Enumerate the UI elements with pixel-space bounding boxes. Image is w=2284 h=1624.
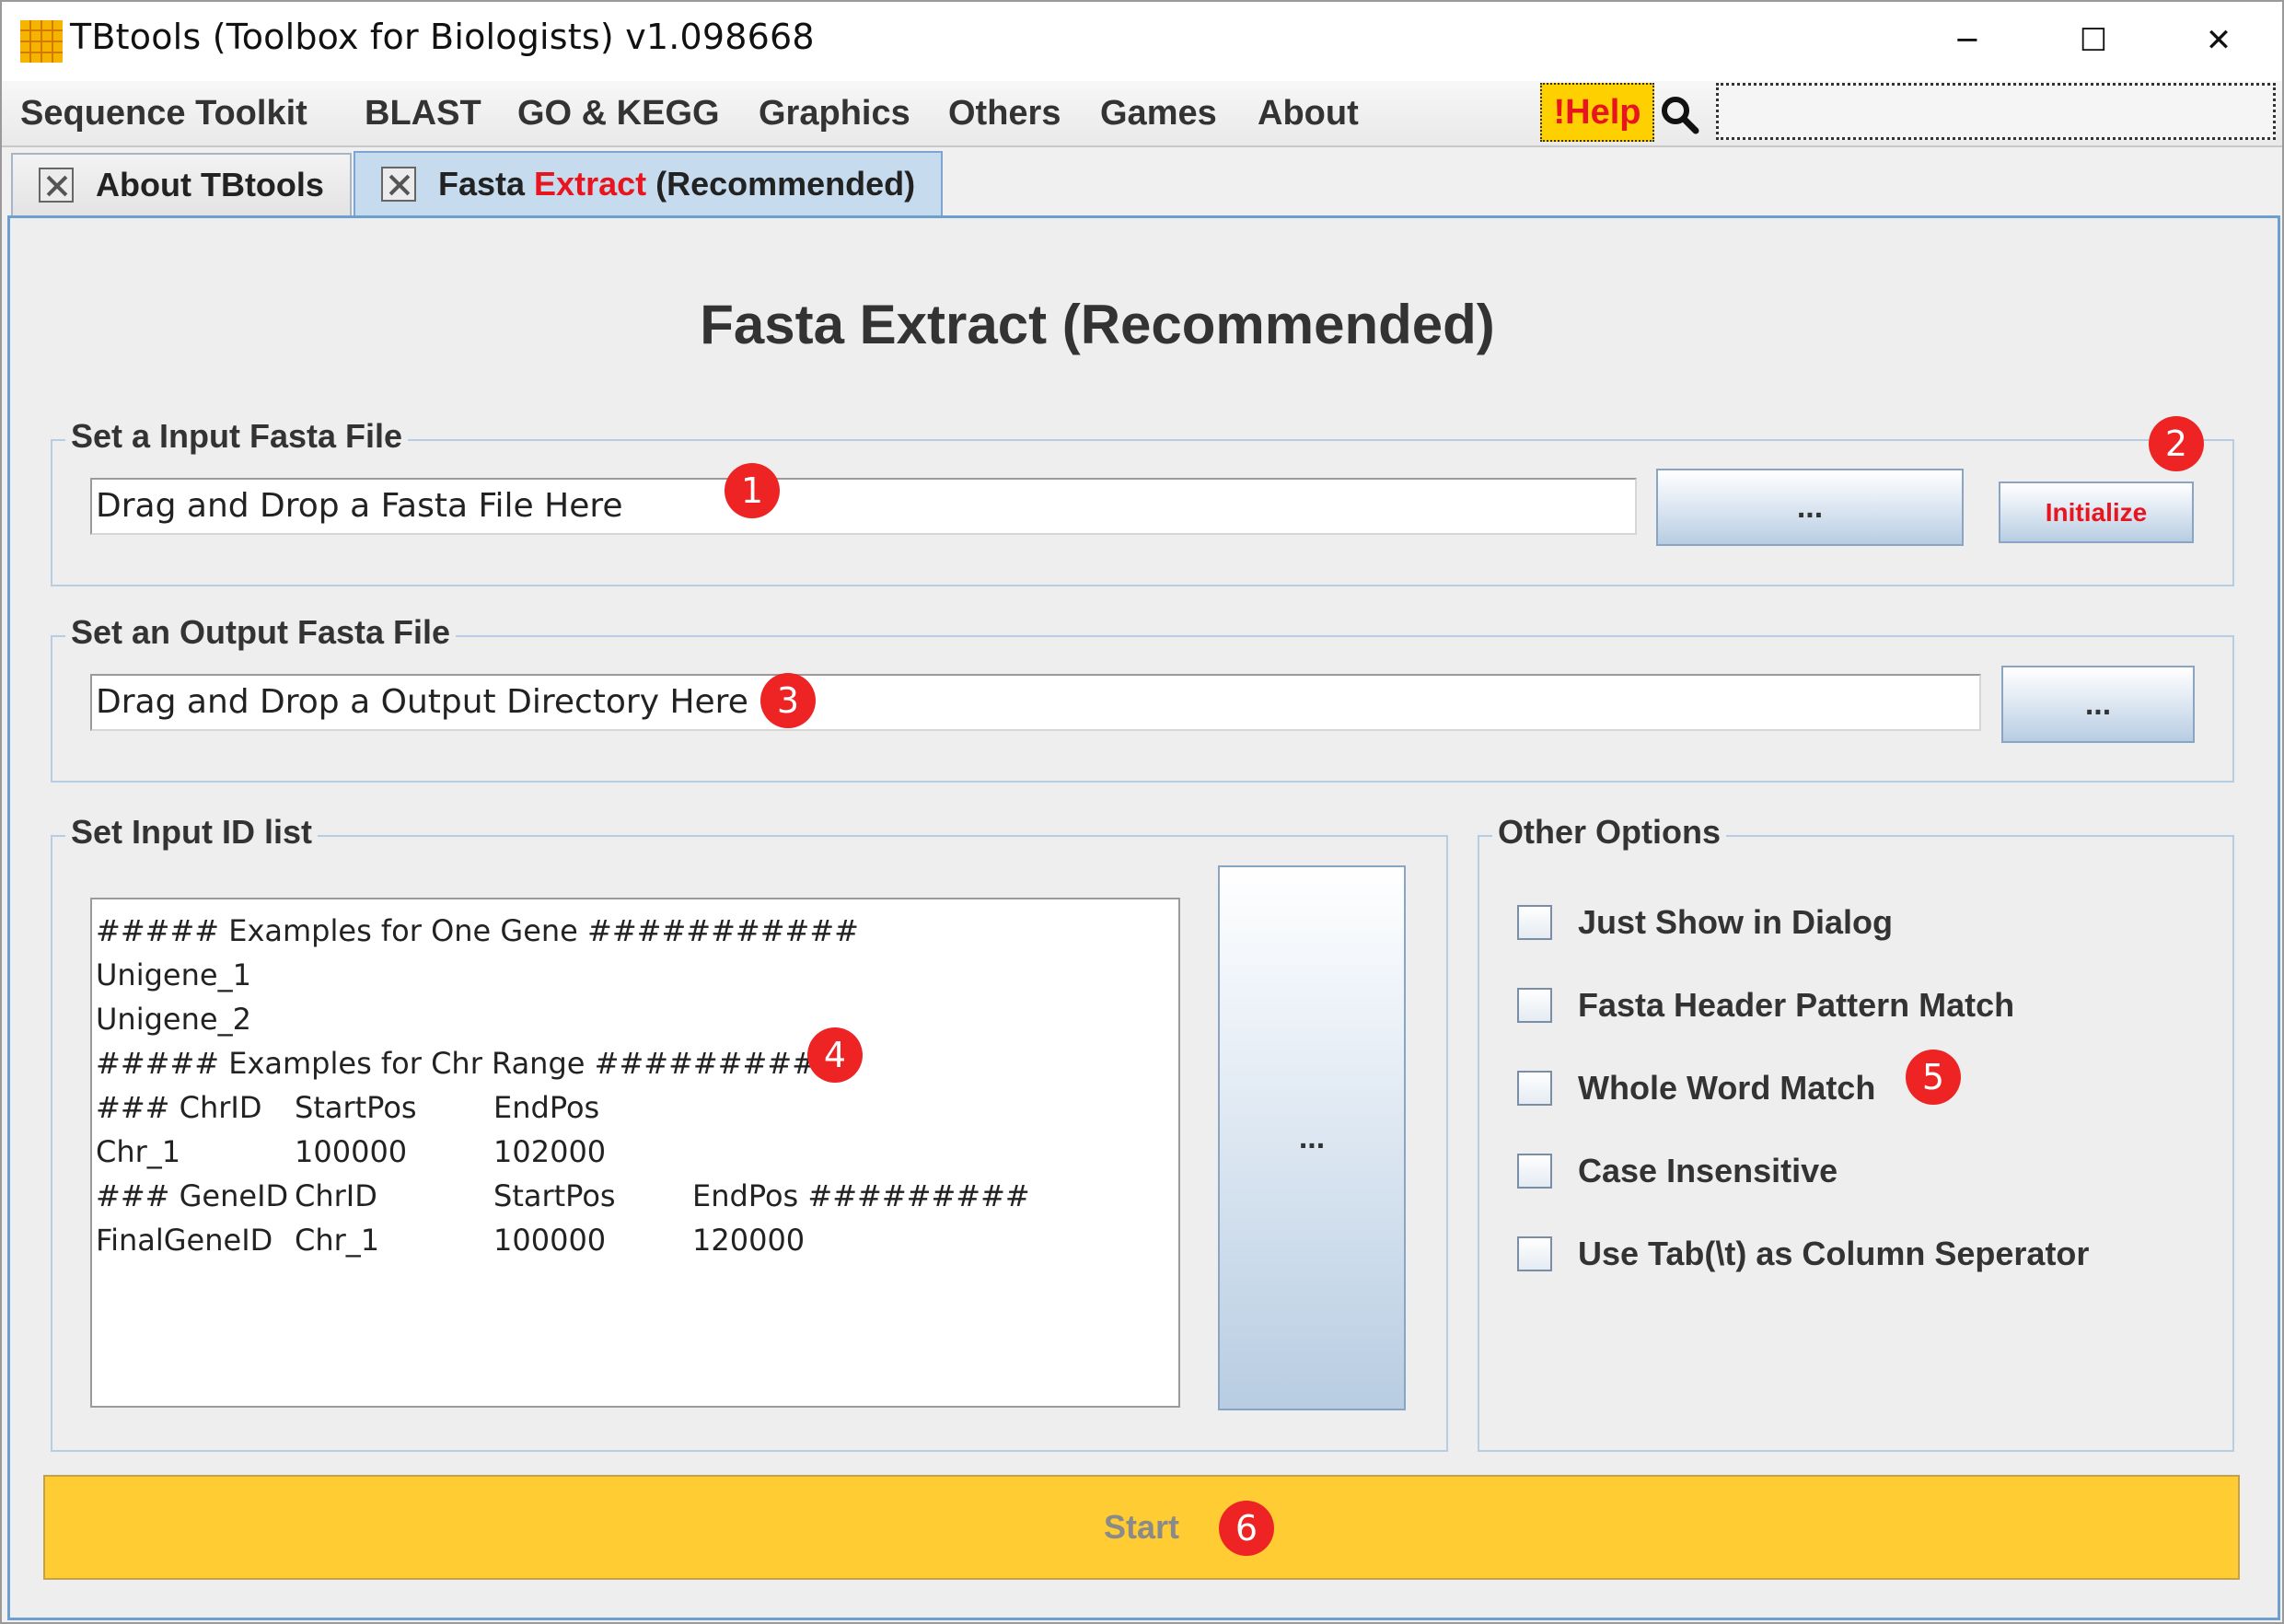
menu-graphics[interactable]: Graphics: [759, 94, 910, 133]
output-fasta-field[interactable]: Drag and Drop a Output Directory Here: [90, 674, 1981, 731]
id-cell: Chr_1: [96, 1134, 181, 1169]
id-line: ### GeneID ChrID StartPos EndPos #######…: [96, 1174, 1175, 1218]
menu-sequence-toolkit[interactable]: Sequence Toolkit: [20, 94, 307, 133]
option-label: Whole Word Match: [1578, 1069, 1876, 1107]
tab-label: About TBtools: [96, 166, 324, 203]
id-line: ##### Examples for One Gene ###########: [96, 909, 1175, 953]
checkbox[interactable]: [1517, 1071, 1552, 1106]
id-cell: ### ChrID: [96, 1090, 262, 1125]
option-just-show-in-dialog[interactable]: Just Show in Dialog: [1517, 899, 1893, 945]
minimize-button[interactable]: ─: [1921, 15, 2013, 66]
browse-output-button[interactable]: ...: [2001, 666, 2195, 743]
id-line: Chr_1 100000 102000: [96, 1130, 1175, 1174]
checkbox[interactable]: [1517, 905, 1552, 940]
browse-input-button[interactable]: ...: [1656, 469, 1964, 546]
tab-fasta-extract[interactable]: Fasta Extract (Recommended): [354, 151, 943, 215]
id-cell: EndPos: [493, 1090, 600, 1125]
id-cell: ##### Examples for One Gene ###########: [96, 913, 859, 948]
id-cell: Chr_1: [295, 1223, 380, 1258]
tab-label-prefix: Fasta: [438, 165, 535, 203]
id-cell: EndPos #########: [692, 1178, 1030, 1213]
id-cell: StartPos: [295, 1090, 417, 1125]
initialize-button[interactable]: Initialize: [1999, 481, 2194, 543]
id-cell: 100000: [493, 1223, 607, 1258]
id-cell: FinalGeneID: [96, 1223, 273, 1258]
option-label: Case Insensitive: [1578, 1152, 1838, 1189]
option-label: Just Show in Dialog: [1578, 903, 1894, 941]
option-label: Use Tab(\t) as Column Seperator: [1578, 1235, 2090, 1272]
option-fasta-header-pattern-match[interactable]: Fasta Header Pattern Match: [1517, 982, 2014, 1028]
app-window: TBtools (Toolbox for Biologists) v1.0986…: [0, 0, 2284, 1624]
search-input[interactable]: [1716, 83, 2276, 140]
group-title: Set a Input Fasta File: [65, 417, 409, 456]
group-title: Other Options: [1492, 813, 1726, 852]
id-cell: 100000: [295, 1134, 408, 1169]
checkbox[interactable]: [1517, 988, 1552, 1023]
id-cell: 102000: [493, 1134, 607, 1169]
option-whole-word-match[interactable]: Whole Word Match: [1517, 1065, 1875, 1111]
menu-others[interactable]: Others: [948, 94, 1061, 133]
group-title: Set an Output Fasta File: [65, 613, 457, 652]
start-button[interactable]: Start: [43, 1475, 2240, 1580]
id-cell: StartPos: [493, 1178, 616, 1213]
browse-id-list-button[interactable]: ...: [1218, 865, 1406, 1410]
menu-about[interactable]: About: [1258, 94, 1359, 133]
id-cell: Unigene_2: [96, 1002, 251, 1037]
input-fasta-field[interactable]: Drag and Drop a Fasta File Here: [90, 478, 1637, 535]
tab-about-tbtools[interactable]: About TBtools: [11, 153, 352, 215]
id-line: Unigene_2: [96, 997, 1175, 1041]
group-title: Set Input ID list: [65, 813, 319, 852]
id-cell: Unigene_1: [96, 957, 251, 992]
tbtools-logo-icon: [20, 20, 63, 63]
id-cell: ##### Examples for Chr Range #########: [96, 1046, 817, 1081]
annotation-badge-3: 3: [760, 673, 816, 728]
close-tab-icon[interactable]: [39, 168, 74, 203]
page-title: Fasta Extract (Recommended): [700, 294, 1495, 355]
checkbox[interactable]: [1517, 1236, 1552, 1271]
title-bar: TBtools (Toolbox for Biologists) v1.0986…: [2, 2, 2282, 81]
annotation-badge-6: 6: [1219, 1501, 1274, 1556]
tab-label-highlight: Extract: [534, 165, 647, 203]
menu-games[interactable]: Games: [1100, 94, 1217, 133]
search-icon[interactable]: [1659, 94, 1699, 134]
id-list-textarea[interactable]: ##### Examples for One Gene ########### …: [90, 898, 1180, 1408]
annotation-badge-2: 2: [2149, 416, 2204, 471]
id-line: ##### Examples for Chr Range #########: [96, 1041, 1175, 1085]
option-case-insensitive[interactable]: Case Insensitive: [1517, 1148, 1838, 1194]
id-line: ### ChrID StartPos EndPos: [96, 1085, 1175, 1130]
menu-blast[interactable]: BLAST: [365, 94, 481, 133]
id-line: Unigene_1: [96, 953, 1175, 997]
tab-label-suffix: (Recommended): [646, 165, 916, 203]
annotation-badge-4: 4: [807, 1027, 863, 1083]
close-button[interactable]: ✕: [2173, 15, 2265, 66]
option-label: Fasta Header Pattern Match: [1578, 986, 2015, 1024]
id-cell: ChrID: [295, 1178, 377, 1213]
id-cell: 120000: [692, 1223, 806, 1258]
window-title: TBtools (Toolbox for Biologists) v1.0986…: [70, 17, 815, 57]
option-tab-column-separator[interactable]: Use Tab(\t) as Column Seperator: [1517, 1231, 2089, 1277]
maximize-button[interactable]: ☐: [2047, 15, 2139, 66]
id-cell: ### GeneID: [96, 1178, 289, 1213]
id-line: FinalGeneID Chr_1 100000 120000: [96, 1218, 1175, 1262]
checkbox[interactable]: [1517, 1154, 1552, 1189]
close-tab-icon[interactable]: [381, 167, 416, 202]
tab-label: Fasta Extract (Recommended): [438, 165, 915, 203]
annotation-badge-1: 1: [725, 463, 780, 518]
menu-go-kegg[interactable]: GO & KEGG: [517, 94, 720, 133]
annotation-badge-5: 5: [1906, 1050, 1961, 1105]
help-button[interactable]: !Help: [1540, 83, 1654, 142]
